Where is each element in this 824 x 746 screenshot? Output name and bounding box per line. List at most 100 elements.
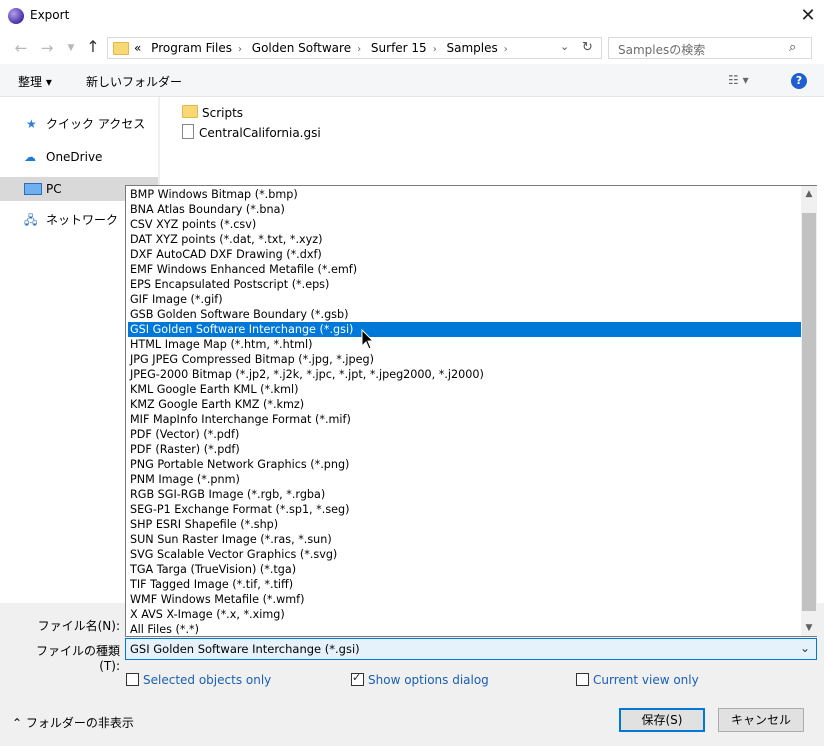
folder-icon — [113, 42, 129, 55]
filetype-option[interactable]: PDF (Raster) (*.pdf) — [128, 442, 801, 457]
filetype-option[interactable]: SVG Scalable Vector Graphics (*.svg) — [128, 547, 801, 562]
filetype-option[interactable]: CSV XYZ points (*.csv) — [128, 217, 801, 232]
filetype-option[interactable]: WMF Windows Metafile (*.wmf) — [128, 592, 801, 607]
filetype-option[interactable]: JPG JPEG Compressed Bitmap (*.jpg, *.jpe… — [128, 352, 801, 367]
title-bar: Export ✕ — [0, 0, 824, 32]
filetype-option[interactable]: PDF (Vector) (*.pdf) — [128, 427, 801, 442]
dropdown-chevron-icon[interactable]: ⌄ — [560, 40, 569, 53]
filetype-option[interactable]: EMF Windows Enhanced Metafile (*.emf) — [128, 262, 801, 277]
checkbox-label[interactable]: Selected objects only — [143, 673, 271, 687]
filetype-option[interactable]: All Files (*.*) — [128, 622, 801, 637]
dropdown-scrollbar[interactable]: ▲ ▼ — [801, 186, 817, 636]
app-icon — [8, 8, 24, 24]
breadcrumb-chevron-icon[interactable]: › — [238, 44, 242, 55]
filetype-option[interactable]: SUN Sun Raster Image (*.ras, *.sun) — [128, 532, 801, 547]
up-arrow-icon[interactable]: ↑ — [84, 38, 102, 56]
filetype-option[interactable]: SEG-P1 Exchange Format (*.sp1, *.seg) — [128, 502, 801, 517]
selected-objects-only-checkbox[interactable]: Selected objects only — [126, 673, 271, 687]
search-box[interactable]: Samplesの検索 ⌕ — [608, 37, 812, 59]
scroll-down-icon[interactable]: ▼ — [801, 620, 817, 636]
filetype-option[interactable]: TIF Tagged Image (*.tif, *.tiff) — [128, 577, 801, 592]
filetype-dropdown: BMP Windows Bitmap (*.bmp) BNA Atlas Boun… — [125, 185, 817, 637]
filename-label: ファイル名(N): — [37, 619, 120, 633]
filetype-option[interactable]: RGB SGI-RGB Image (*.rgb, *.rgba) — [128, 487, 801, 502]
list-item[interactable]: CentralCalifornia.gsi — [182, 123, 321, 143]
filetype-select[interactable]: GSI Golden Software Interchange (*.gsi) … — [125, 638, 817, 660]
command-toolbar: 整理 ▾ 新しいフォルダー ☷ ▾ — [0, 64, 824, 97]
sidebar-item-quick-access[interactable]: ★ クイック アクセス — [0, 112, 158, 136]
save-button[interactable]: 保存(S) — [619, 708, 705, 732]
organize-button[interactable]: 整理 ▾ — [18, 73, 52, 90]
breadcrumb-chevron-icon[interactable]: › — [357, 44, 361, 55]
filetype-option[interactable]: MIF MapInfo Interchange Format (*.mif) — [128, 412, 801, 427]
filetype-option-list: BMP Windows Bitmap (*.bmp) BNA Atlas Boun… — [128, 187, 801, 637]
filetype-option[interactable]: BNA Atlas Boundary (*.bna) — [128, 202, 801, 217]
address-bar[interactable]: « Program Files › Golden Software › Surfer… — [107, 37, 602, 59]
hide-folders-label: フォルダーの非表示 — [25, 716, 134, 730]
sidebar-item-label: PC — [46, 182, 62, 196]
file-icon — [182, 124, 194, 139]
star-icon: ★ — [26, 117, 37, 131]
filetype-option[interactable]: BMP Windows Bitmap (*.bmp) — [128, 187, 801, 202]
breadcrumb-chevron-icon[interactable]: › — [433, 44, 437, 55]
search-input[interactable]: Samplesの検索 — [618, 41, 705, 58]
mouse-pointer-icon — [361, 328, 375, 354]
filetype-option[interactable]: JPEG-2000 Bitmap (*.jp2, *.j2k, *.jpc, *… — [128, 367, 801, 382]
view-options-icon[interactable]: ☷ ▾ — [728, 73, 749, 87]
help-icon[interactable]: ? — [791, 73, 807, 89]
breadcrumb: « Program Files › Golden Software › Surfer… — [134, 41, 514, 55]
current-view-only-checkbox[interactable]: Current view only — [576, 673, 699, 687]
filetype-option[interactable]: EPS Encapsulated Postscript (*.eps) — [128, 277, 801, 292]
filetype-label: ファイルの種類(T): — [35, 644, 120, 673]
window-title: Export — [30, 8, 70, 22]
network-icon: 🖧 — [24, 213, 38, 227]
filetype-option[interactable]: DXF AutoCAD DXF Drawing (*.dxf) — [128, 247, 801, 262]
scroll-thumb[interactable] — [802, 213, 816, 611]
filetype-option[interactable]: GIF Image (*.gif) — [128, 292, 801, 307]
checkbox-box[interactable] — [351, 671, 364, 686]
recent-chevron-down-icon[interactable]: ▼ — [62, 39, 80, 57]
sidebar-item-label: クイック アクセス — [46, 117, 146, 131]
cancel-button[interactable]: キャンセル — [718, 708, 804, 732]
filetype-option[interactable]: KMZ Google Earth KMZ (*.kmz) — [128, 397, 801, 412]
filetype-option[interactable]: SHP ESRI Shapefile (*.shp) — [128, 517, 801, 532]
filetype-option[interactable]: X AVS X-Image (*.x, *.ximg) — [128, 607, 801, 622]
search-icon[interactable]: ⌕ — [789, 40, 796, 55]
filetype-option[interactable]: PNG Portable Network Graphics (*.png) — [128, 457, 801, 472]
breadcrumb-overflow[interactable]: « — [134, 41, 141, 55]
pc-icon — [24, 183, 42, 195]
scroll-up-icon[interactable]: ▲ — [801, 186, 817, 202]
filetype-selected-value: GSI Golden Software Interchange (*.gsi) — [130, 642, 360, 656]
filetype-option[interactable]: GSB Golden Software Boundary (*.gsb) — [128, 307, 801, 322]
breadcrumb-surfer[interactable]: Surfer 15 — [371, 41, 427, 55]
breadcrumb-samples[interactable]: Samples — [447, 41, 498, 55]
new-folder-button[interactable]: 新しいフォルダー — [86, 73, 182, 90]
breadcrumb-chevron-icon[interactable]: › — [504, 44, 508, 55]
refresh-icon[interactable]: ↻ — [582, 40, 593, 55]
sidebar-item-onedrive[interactable]: ☁ OneDrive — [0, 145, 158, 169]
sidebar-item-label: OneDrive — [46, 150, 103, 164]
chevron-down-icon[interactable]: ⌄ — [800, 641, 810, 655]
filetype-option[interactable]: KML Google Earth KML (*.kml) — [128, 382, 801, 397]
show-options-dialog-checkbox[interactable]: Show options dialog — [351, 671, 489, 687]
checkbox-label[interactable]: Show options dialog — [368, 673, 489, 687]
checkbox-box[interactable] — [576, 673, 589, 686]
cloud-icon: ☁ — [24, 150, 36, 164]
chevron-up-icon: ⌃ — [12, 716, 23, 730]
breadcrumb-golden-software[interactable]: Golden Software — [252, 41, 351, 55]
hide-folders-toggle[interactable]: ⌃ フォルダーの非表示 — [12, 714, 134, 731]
checkbox-box[interactable] — [126, 673, 139, 686]
close-icon[interactable]: ✕ — [794, 2, 822, 30]
filetype-option[interactable]: GSI Golden Software Interchange (*.gsi) — [128, 322, 801, 337]
folder-icon — [182, 105, 198, 118]
checkbox-label[interactable]: Current view only — [593, 673, 699, 687]
filetype-option[interactable]: PNM Image (*.pnm) — [128, 472, 801, 487]
breadcrumb-program-files[interactable]: Program Files — [151, 41, 232, 55]
list-item[interactable]: Scripts — [182, 103, 243, 123]
forward-arrow-icon[interactable]: → — [38, 39, 56, 57]
filetype-option[interactable]: TGA Targa (TrueVision) (*.tga) — [128, 562, 801, 577]
file-name: CentralCalifornia.gsi — [199, 126, 321, 140]
back-arrow-icon[interactable]: ← — [12, 39, 30, 57]
filetype-option[interactable]: HTML Image Map (*.htm, *.html) — [128, 337, 801, 352]
filetype-option[interactable]: DAT XYZ points (*.dat, *.txt, *.xyz) — [128, 232, 801, 247]
